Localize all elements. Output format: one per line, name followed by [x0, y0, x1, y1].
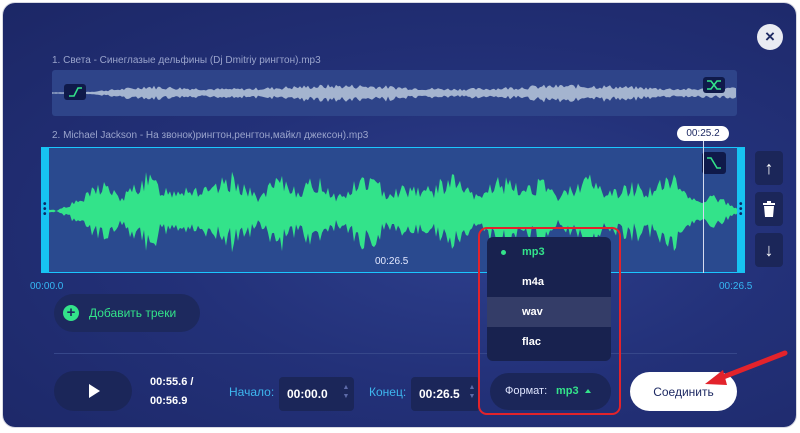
- delete-track-button[interactable]: [755, 192, 783, 226]
- track2-waveform[interactable]: [45, 147, 744, 273]
- timeline-start: 00:00.0: [30, 281, 64, 292]
- timeline-end: 00:26.5: [719, 281, 753, 292]
- end-label: Конец:: [369, 385, 407, 399]
- end-stepper[interactable]: ▲ ▼: [468, 383, 476, 401]
- playhead-time: 00:25.2: [677, 126, 729, 141]
- start-label: Начало:: [229, 385, 275, 399]
- start-stepper[interactable]: ▲ ▼: [342, 383, 350, 401]
- move-up-button[interactable]: ↑: [755, 151, 783, 185]
- add-tracks-button[interactable]: + Добавить треки: [54, 294, 200, 332]
- track1-title: 1. Света - Синеглазые дельфины (Dj Dmitr…: [52, 55, 321, 66]
- add-tracks-label: Добавить треки: [89, 306, 177, 320]
- end-time-value: 00:26.5: [419, 387, 460, 401]
- end-time-input[interactable]: 00:26.5 ▲ ▼: [411, 377, 480, 411]
- divider: [54, 353, 737, 354]
- close-icon[interactable]: ×: [757, 24, 783, 50]
- current-time: 00:55.6 /: [150, 376, 194, 388]
- fade-out-icon[interactable]: [702, 152, 726, 174]
- trash-icon: [763, 201, 775, 217]
- play-icon: [89, 384, 100, 398]
- right-trim-handle[interactable]: • • •: [737, 147, 745, 273]
- left-trim-handle[interactable]: • • •: [41, 147, 49, 273]
- start-time-input[interactable]: 00:00.0 ▲ ▼: [279, 377, 354, 411]
- track1-wave-svg: [52, 84, 736, 103]
- track2-title: 2. Michael Jackson - На звонок)рингтон,р…: [52, 130, 369, 141]
- track1-waveform[interactable]: [52, 70, 737, 116]
- total-time: 00:56.9: [150, 395, 188, 407]
- red-arrow-icon: [705, 350, 788, 385]
- audio-joiner-panel: × 1. Света - Синеглазые дельфины (Dj Dmi…: [3, 3, 796, 427]
- fade-in-icon[interactable]: [64, 84, 86, 100]
- playhead[interactable]: [703, 141, 704, 273]
- start-time-value: 00:00.0: [287, 387, 328, 401]
- track-duration-label: 00:26.5: [375, 256, 409, 267]
- highlight-box: [478, 227, 621, 415]
- play-button[interactable]: [54, 371, 132, 411]
- track2-wave-svg: [46, 171, 742, 253]
- plus-icon: +: [63, 305, 79, 321]
- crossfade-icon[interactable]: [703, 77, 725, 93]
- move-down-button[interactable]: ↓: [755, 233, 783, 267]
